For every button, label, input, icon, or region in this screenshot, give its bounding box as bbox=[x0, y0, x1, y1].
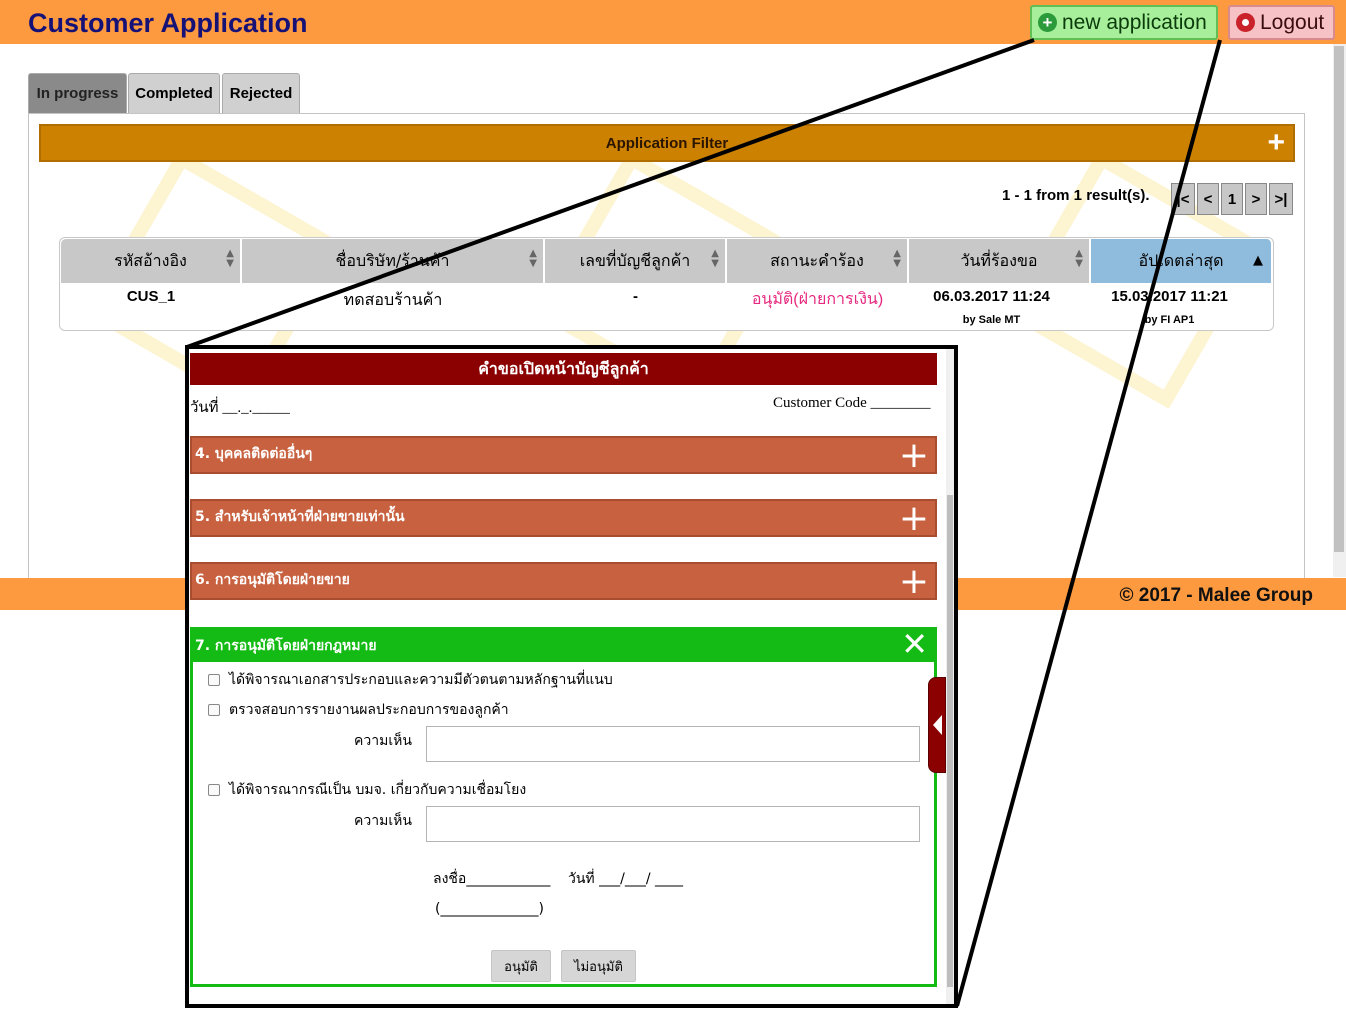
column-header-status[interactable]: สถานะคำร้อง ▲ ▼ bbox=[727, 239, 908, 283]
comment-input-1[interactable] bbox=[426, 726, 920, 762]
section-other-contacts[interactable]: 4. บุคคลติดต่ออื่นๆ + bbox=[190, 436, 937, 474]
cell-ref[interactable]: CUS_1 bbox=[61, 288, 241, 305]
performance-checkbox[interactable] bbox=[208, 704, 220, 716]
pager-prev-button[interactable]: < bbox=[1197, 183, 1219, 215]
cell-updated-date: 15.03.2017 11:21 bbox=[1111, 288, 1228, 305]
expand-plus-icon[interactable]: + bbox=[899, 501, 929, 537]
checkbox-row-public-company[interactable]: ได้พิจารณากรณีเป็น บมจ. เกี่ยวกับความเชื… bbox=[208, 779, 526, 801]
column-header-label: วันที่ร้องขอ bbox=[960, 250, 1038, 270]
plus-circle-icon: + bbox=[1038, 13, 1057, 32]
section-sales-approval[interactable]: 6. การอนุมัติโดยฝ่ายขาย + bbox=[190, 562, 937, 600]
public-company-checkbox[interactable] bbox=[208, 784, 220, 796]
section-label: 5. สำหรับเจ้าหน้าที่ฝ่ายขายเท่านั้น bbox=[195, 509, 405, 525]
documents-checkbox[interactable] bbox=[208, 674, 220, 686]
copyright-text: © 2017 - Malee Group bbox=[1119, 585, 1313, 606]
tab-completed[interactable]: Completed bbox=[128, 73, 220, 113]
application-filter-label: Application Filter bbox=[605, 134, 729, 152]
cell-requested-by: by Sale MT bbox=[962, 314, 1021, 326]
sort-icon: ▲ ▼ bbox=[893, 248, 901, 269]
checkbox-label: ตรวจสอบการรายงานผลประกอบการของลูกค้า bbox=[229, 702, 509, 718]
tab-rejected[interactable]: Rejected bbox=[222, 73, 300, 113]
sort-icon: ▲ ▼ bbox=[711, 248, 719, 269]
sort-icon: ▲ ▼ bbox=[1075, 248, 1083, 269]
logout-button[interactable]: Logout bbox=[1228, 5, 1335, 40]
page-scrollbar-thumb[interactable] bbox=[1334, 46, 1344, 552]
form-date: วันที่ __._._____ bbox=[190, 400, 290, 416]
checkbox-label: ได้พิจารณากรณีเป็น บมจ. เกี่ยวกับความเชื… bbox=[229, 782, 527, 798]
column-header-label: ชื่อบริษัท/ร้านค้า bbox=[335, 250, 450, 270]
customer-code: Customer Code ________ bbox=[773, 395, 931, 411]
tab-in-progress[interactable]: In progress bbox=[28, 73, 127, 113]
column-header-label: สถานะคำร้อง bbox=[770, 250, 864, 270]
column-header-requested[interactable]: วันที่ร้องขอ ▲ ▼ bbox=[909, 239, 1090, 283]
new-application-label: new application bbox=[1062, 10, 1207, 34]
legal-section-header[interactable]: 7. การอนุมัติโดยฝ่ายกฎหมาย ✕ bbox=[193, 628, 934, 662]
sort-ascending-icon: ▲ bbox=[1253, 253, 1263, 268]
column-header-label: อัปเดตล่าสุด bbox=[1138, 250, 1224, 270]
expand-plus-icon[interactable]: + bbox=[1267, 128, 1285, 158]
checkbox-row-performance[interactable]: ตรวจสอบการรายงานผลประกอบการของลูกค้า bbox=[208, 699, 509, 721]
expand-plus-icon[interactable]: + bbox=[899, 564, 929, 600]
checkbox-row-documents[interactable]: ได้พิจารณาเอกสารประกอบและความมีตัวตนตามห… bbox=[208, 669, 613, 691]
column-header-label: รหัสอ้างอิง bbox=[114, 250, 187, 270]
side-collapse-tab[interactable] bbox=[928, 677, 946, 773]
zoomed-form-inset: คำขอเปิดหน้าบัญชีลูกค้า วันที่ __._.____… bbox=[185, 345, 958, 1008]
checkbox-label: ได้พิจารณาเอกสารประกอบและความมีตัวตนตามห… bbox=[229, 672, 613, 688]
form-title: คำขอเปิดหน้าบัญชีลูกค้า bbox=[190, 353, 937, 385]
section-label: 6. การอนุมัติโดยฝ่ายขาย bbox=[195, 572, 350, 588]
column-header-label: เลขที่บัญชีลูกค้า bbox=[579, 250, 691, 270]
column-header-account[interactable]: เลขที่บัญชีลูกค้า ▲ ▼ bbox=[545, 239, 726, 283]
new-application-button[interactable]: + new application bbox=[1030, 5, 1218, 40]
pager-first-button[interactable]: |< bbox=[1171, 183, 1195, 215]
power-icon bbox=[1236, 13, 1255, 32]
page-title: Customer Application bbox=[28, 8, 308, 38]
section-label: 4. บุคคลติดต่ออื่นๆ bbox=[195, 446, 313, 462]
comment-input-2[interactable] bbox=[426, 806, 920, 842]
section-sales-staff-only[interactable]: 5. สำหรับเจ้าหน้าที่ฝ่ายขายเท่านั้น + bbox=[190, 499, 937, 537]
column-header-ref[interactable]: รหัสอ้างอิง ▲ ▼ bbox=[61, 239, 241, 283]
cell-requested-date: 06.03.2017 11:24 bbox=[933, 288, 1050, 305]
signature-line: ลงชื่อ____________ bbox=[433, 871, 551, 887]
comment-label: ความเห็น bbox=[354, 813, 412, 829]
reject-button[interactable]: ไม่อนุมัติ bbox=[561, 950, 636, 982]
pager-summary: 1 - 1 from 1 result(s). bbox=[1002, 187, 1150, 204]
pager-next-button[interactable]: > bbox=[1245, 183, 1267, 215]
close-icon[interactable]: ✕ bbox=[901, 628, 928, 660]
sort-icon: ▲ ▼ bbox=[226, 248, 234, 269]
signature-name: (______________) bbox=[435, 901, 544, 917]
pager-last-button[interactable]: >| bbox=[1269, 183, 1293, 215]
cell-status: อนุมัติ(ฝ่ายการเงิน) bbox=[751, 291, 884, 308]
application-filter-bar[interactable]: Application Filter + bbox=[39, 124, 1295, 162]
column-header-company[interactable]: ชื่อบริษัท/ร้านค้า ▲ ▼ bbox=[242, 239, 544, 283]
logout-label: Logout bbox=[1260, 10, 1325, 34]
cell-account: - bbox=[633, 288, 638, 305]
comment-label: ความเห็น bbox=[354, 733, 412, 749]
form-scrollbar-thumb[interactable] bbox=[947, 495, 953, 987]
approve-button[interactable]: อนุมัติ bbox=[491, 950, 551, 982]
section-label: 7. การอนุมัติโดยฝ่ายกฎหมาย bbox=[195, 638, 377, 654]
cell-updated-by: by FI AP1 bbox=[1144, 314, 1195, 326]
signature-date: วันที่ ___/___/ ____ bbox=[568, 871, 683, 887]
pager-page-button[interactable]: 1 bbox=[1221, 183, 1243, 215]
sort-icon: ▲ ▼ bbox=[529, 248, 537, 269]
cell-company: ทดสอบร้านค้า bbox=[343, 292, 443, 309]
column-header-updated[interactable]: อัปเดตล่าสุด ▲ bbox=[1091, 239, 1272, 283]
section-legal-approval: 7. การอนุมัติโดยฝ่ายกฎหมาย ✕ ได้พิจารณาเ… bbox=[190, 627, 937, 987]
expand-plus-icon[interactable]: + bbox=[899, 438, 929, 474]
